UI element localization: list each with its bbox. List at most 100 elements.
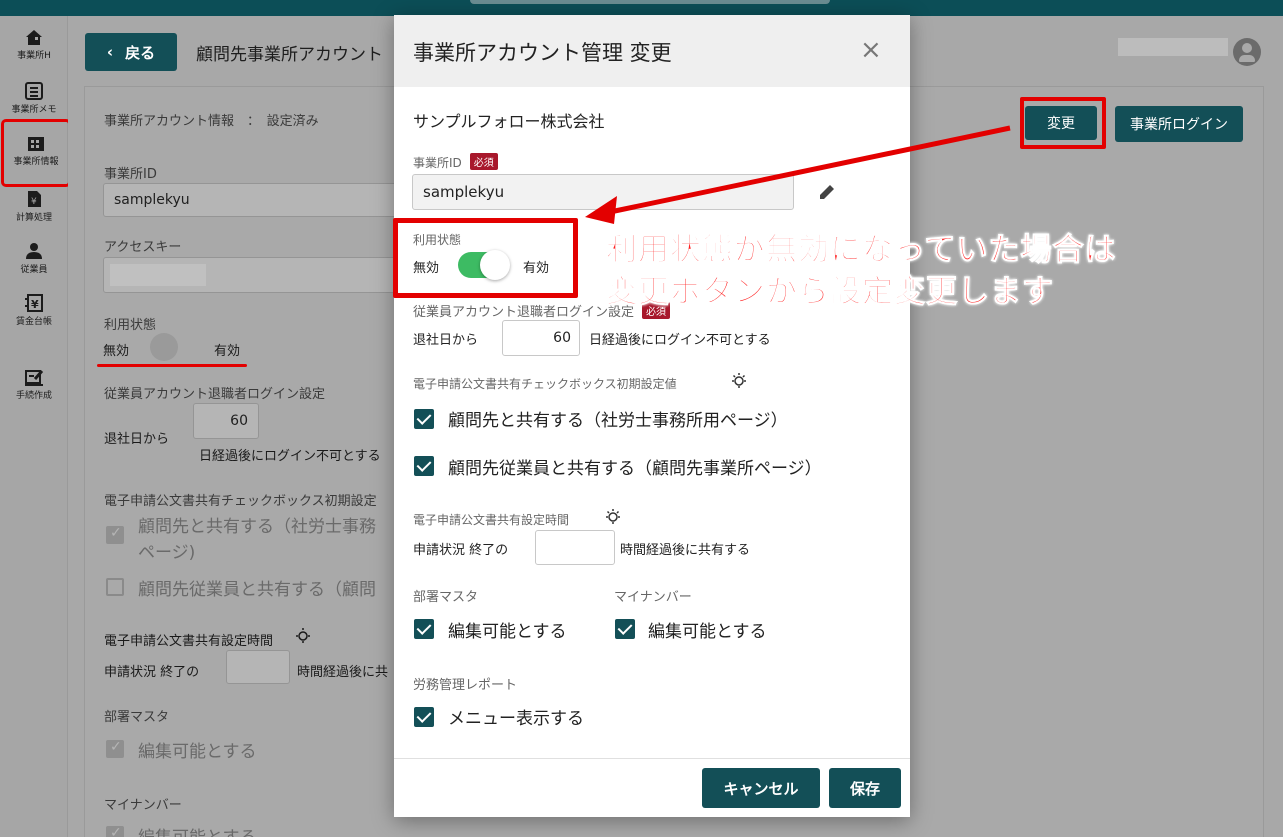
sidebar-item-label: 手続作成 — [15, 391, 52, 401]
report-menu-checkbox[interactable] — [414, 707, 434, 727]
share-time-suffix: 時間経過後に共 — [297, 665, 389, 680]
dept-label: 部署マスタ — [104, 710, 170, 725]
mynumber-checkbox[interactable] — [106, 825, 124, 837]
mynumber-editable-label: 編集可能とする — [138, 823, 257, 837]
share-client-label: 顧問先と共有する（社労士事務所用ページ） — [448, 411, 788, 431]
sidebar-item-label: 事業所情報 — [13, 157, 59, 167]
sidebar-item-procedure[interactable]: 手続作成 — [0, 368, 68, 401]
mynumber-editable-label: 編集可能とする — [648, 622, 767, 642]
share-default-label: 電子申請公文書共有チェックボックス初期設定値 — [413, 377, 677, 391]
office-id-label: 事業所ID — [104, 167, 157, 182]
status-toggle[interactable] — [150, 333, 178, 361]
retire-prefix: 退社日から — [413, 333, 479, 348]
sidebar-item-calculation[interactable]: ¥ 計算処理 — [0, 190, 68, 223]
office-id-field[interactable]: samplekyu — [412, 174, 794, 210]
sidebar-item-office-home[interactable]: 事業所H — [0, 28, 68, 61]
pencil-icon[interactable] — [817, 182, 837, 202]
person-icon — [26, 243, 42, 259]
lightbulb-icon — [732, 373, 746, 388]
share-time-prefix: 申請状況 終了の — [413, 543, 509, 558]
share-client-checkbox[interactable] — [106, 525, 124, 544]
annotation-underline — [97, 364, 247, 367]
required-badge: 必須 — [469, 153, 498, 170]
sidebar-item-label: 事業所メモ — [11, 105, 57, 115]
mynumber-label: マイナンバー — [614, 590, 692, 605]
footer-divider — [394, 758, 910, 759]
account-info-label: 事業所アカウント情報 ： 設定済み — [104, 114, 319, 129]
lightbulb-icon — [296, 628, 310, 643]
search-bar[interactable] — [470, 0, 830, 4]
mynumber-label: マイナンバー — [104, 798, 182, 813]
dept-editable-label: 編集可能とする — [448, 622, 567, 642]
chevron-left-icon: ‹ — [106, 43, 114, 61]
share-employee-checkbox[interactable] — [414, 456, 434, 476]
sidebar-item-wage-ledger[interactable]: ¥ 賃金台帳 — [0, 294, 68, 327]
share-time-label: 電子申請公文書共有設定時間 — [413, 513, 570, 527]
share-employee-label: 顧問先従業員と共有する（顧問 — [138, 580, 376, 600]
share-client-checkbox[interactable] — [414, 409, 434, 429]
page-title: 顧問先事業所アカウント — [196, 45, 383, 65]
sidebar-item-label: 賃金台帳 — [15, 317, 52, 327]
highlight-status-box — [393, 218, 578, 298]
office-id-label: 事業所ID 必須 — [413, 153, 498, 171]
share-time-suffix: 時間経過後に共有する — [620, 543, 751, 558]
retire-days-field[interactable]: 60 — [502, 320, 580, 356]
dept-label: 部署マスタ — [413, 590, 479, 605]
status-off-label: 無効 — [103, 344, 130, 359]
share-client-label: 顧問先と共有する（社労士事務 — [138, 517, 376, 537]
modal-title: 事業所アカウント管理 変更 — [413, 41, 672, 65]
office-id-field[interactable]: samplekyu — [103, 183, 403, 217]
share-default-label: 電子申請公文書共有チェックボックス初期設定 — [104, 494, 377, 509]
share-time-prefix: 申請状況 終了の — [104, 665, 200, 680]
company-name: サンプルフォロー株式会社 — [413, 112, 605, 131]
access-key-blurred — [110, 264, 206, 286]
sidebar-item-label: 計算処理 — [15, 213, 52, 223]
share-employee-checkbox[interactable] — [106, 578, 124, 596]
mynumber-checkbox[interactable] — [615, 619, 635, 639]
close-icon[interactable]: × — [860, 37, 882, 63]
home-icon — [26, 30, 42, 45]
edit-account-modal: 事業所アカウント管理 変更 × サンプルフォロー株式会社 事業所ID 必須 sam… — [393, 15, 910, 817]
sidebar-item-label: 事業所H — [17, 51, 51, 61]
share-time-field[interactable] — [226, 650, 290, 684]
retire-days-field[interactable]: 60 — [193, 403, 259, 439]
status-label: 利用状態 — [104, 318, 157, 333]
retire-suffix: 日経過後にログイン不可とする — [589, 333, 771, 348]
back-button-label: 戻る — [125, 43, 156, 62]
sidebar-item-office-info[interactable]: 事業所情報 — [1, 119, 71, 187]
change-button[interactable]: 変更 — [1025, 106, 1097, 140]
modal-header: 事業所アカウント管理 変更 × — [394, 15, 910, 87]
report-menu-label: メニュー表示する — [448, 709, 584, 729]
calculation-doc-icon: ¥ — [28, 191, 41, 207]
status-on-label: 有効 — [214, 344, 241, 359]
save-button[interactable]: 保存 — [829, 768, 901, 808]
avatar-icon[interactable] — [1233, 38, 1261, 66]
svg-text:¥: ¥ — [31, 298, 39, 311]
dept-checkbox[interactable] — [106, 739, 124, 758]
annotation-text-line1: 利用状態が無効になっていた場合は — [605, 232, 1117, 269]
office-building-icon — [28, 137, 44, 151]
back-button[interactable]: ‹ 戻る — [85, 33, 177, 71]
share-time-field[interactable] — [535, 530, 615, 565]
share-employee-label: 顧問先従業員と共有する（顧問先事業所ページ） — [448, 459, 822, 479]
sidebar-item-office-memo[interactable]: 事業所メモ — [0, 82, 68, 115]
share-time-label: 電子申請公文書共有設定時間 — [104, 634, 274, 649]
lightbulb-icon — [606, 509, 620, 524]
retire-setting-label: 従業員アカウント退職者ログイン設定 — [104, 387, 326, 402]
report-label: 労務管理レポート — [413, 678, 518, 693]
share-client-label-line2: ページ) — [138, 543, 196, 563]
retire-prefix: 退社日から — [104, 432, 170, 447]
user-name-blurred — [1118, 38, 1228, 56]
dept-checkbox[interactable] — [414, 619, 434, 639]
cancel-button[interactable]: キャンセル — [702, 768, 820, 808]
office-login-button[interactable]: 事業所ログイン — [1115, 106, 1243, 142]
retire-suffix: 日経過後にログイン不可とする — [199, 449, 381, 464]
sidebar-item-employee[interactable]: 従業員 — [0, 242, 68, 275]
edit-form-icon — [25, 370, 44, 386]
dept-editable-label: 編集可能とする — [138, 742, 257, 762]
yen-ledger-icon: ¥ — [25, 294, 43, 312]
annotation-text-line2: 変更ボタンから設定変更します — [606, 274, 1054, 311]
access-key-label: アクセスキー — [104, 240, 182, 255]
sidebar-item-label: 従業員 — [20, 265, 48, 275]
top-bar — [0, 0, 1283, 16]
